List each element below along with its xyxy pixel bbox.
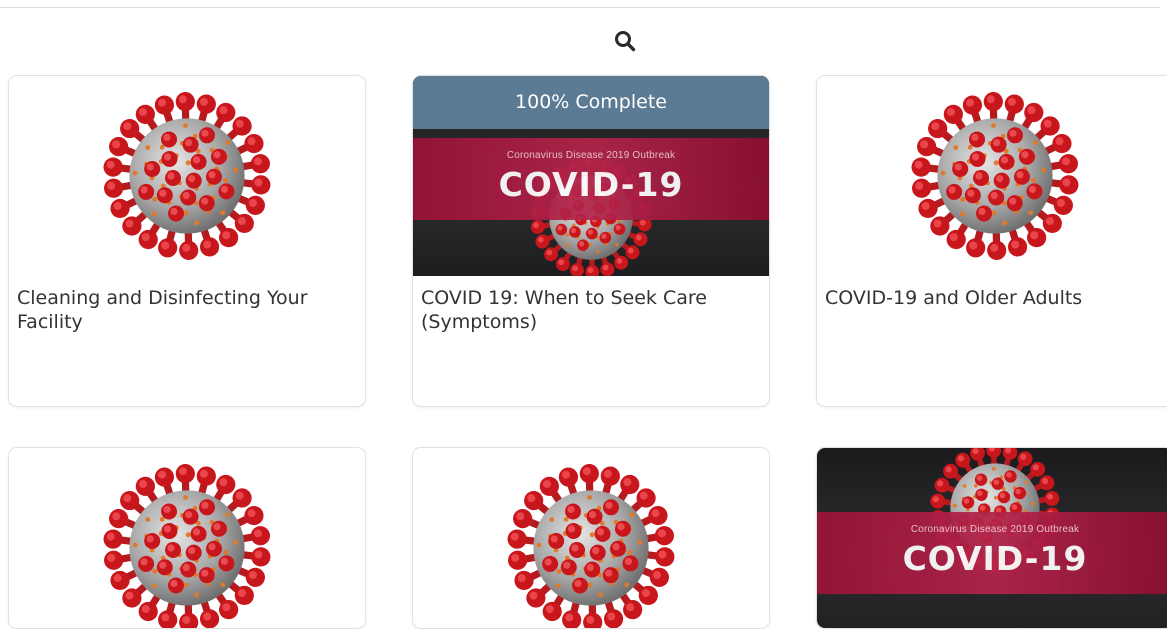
top-divider xyxy=(0,7,1160,8)
course-thumbnail: Coronavirus Disease 2019 Outbreak COVID-… xyxy=(817,448,1167,629)
course-thumbnail xyxy=(817,76,1167,276)
banner-title: COVID-19 xyxy=(413,165,769,204)
banner-subtitle: Coronavirus Disease 2019 Outbreak xyxy=(413,150,769,161)
course-title[interactable]: Cleaning and Disinfecting Your Facility xyxy=(9,276,365,334)
course-title[interactable]: COVID-19 and Older Adults xyxy=(817,276,1167,310)
virus-icon xyxy=(9,448,365,629)
course-thumbnail xyxy=(9,76,365,276)
course-card[interactable] xyxy=(412,447,770,629)
course-title[interactable]: COVID 19: When to Seek Care (Symptoms) xyxy=(413,276,769,334)
banner-title: COVID-19 xyxy=(817,539,1167,578)
virus-icon xyxy=(817,76,1167,276)
course-card[interactable]: Coronavirus Disease 2019 Outbreak COVID-… xyxy=(412,75,770,407)
course-thumbnail: Coronavirus Disease 2019 Outbreak COVID-… xyxy=(413,76,769,276)
search-button[interactable] xyxy=(611,28,639,54)
virus-icon xyxy=(413,448,769,629)
completion-badge: 100% Complete xyxy=(413,76,769,129)
course-thumbnail xyxy=(9,448,365,629)
virus-icon xyxy=(9,76,365,276)
course-card[interactable]: Cleaning and Disinfecting Your Facility xyxy=(8,75,366,407)
course-card[interactable]: COVID-19 and Older Adults xyxy=(816,75,1167,407)
course-thumbnail xyxy=(413,448,769,629)
banner-subtitle: Coronavirus Disease 2019 Outbreak xyxy=(817,524,1167,535)
course-card[interactable]: Coronavirus Disease 2019 Outbreak COVID-… xyxy=(816,447,1167,629)
covid-banner: Coronavirus Disease 2019 Outbreak COVID-… xyxy=(413,138,769,220)
search-icon xyxy=(611,28,639,54)
course-card[interactable] xyxy=(8,447,366,629)
covid-banner: Coronavirus Disease 2019 Outbreak COVID-… xyxy=(817,512,1167,594)
